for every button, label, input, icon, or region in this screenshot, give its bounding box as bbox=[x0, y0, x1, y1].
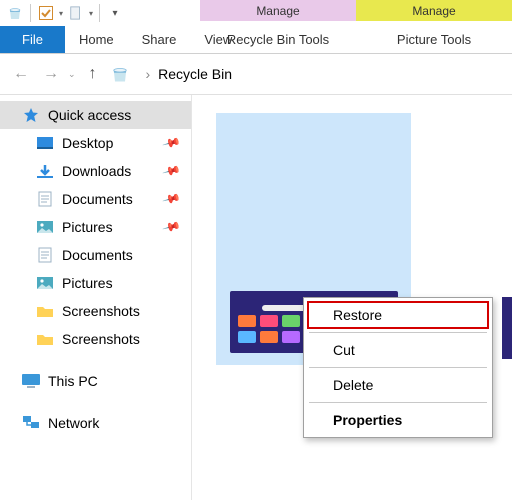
sidebar-item-quick-access[interactable]: Quick access bbox=[0, 101, 191, 129]
contextual-subtabs: Recycle Bin Tools Picture Tools bbox=[200, 26, 512, 47]
this-pc-icon bbox=[22, 373, 40, 389]
tab-recycle-bin-tools[interactable]: Recycle Bin Tools bbox=[200, 26, 356, 47]
sidebar-item-label: Documents bbox=[62, 191, 133, 207]
star-icon bbox=[22, 107, 40, 123]
sidebar-item-this-pc[interactable]: This PC bbox=[0, 367, 191, 395]
sidebar-item-label: Screenshots bbox=[62, 303, 140, 319]
sidebar-item-label: Desktop bbox=[62, 135, 113, 151]
sidebar-item-label: Screenshots bbox=[62, 331, 140, 347]
pin-icon: 📌 bbox=[162, 217, 182, 237]
sidebar-item-label: Downloads bbox=[62, 163, 131, 179]
folder-icon bbox=[36, 331, 54, 347]
document-icon[interactable] bbox=[67, 4, 85, 22]
sidebar-item-desktop[interactable]: Desktop 📌 bbox=[0, 129, 191, 157]
pin-icon: 📌 bbox=[162, 133, 182, 153]
title-bar: ▾ ▾ ▾ Manage Manage bbox=[0, 0, 512, 26]
sidebar-item-screenshots-2[interactable]: Screenshots bbox=[0, 325, 191, 353]
menu-separator bbox=[309, 332, 487, 333]
download-icon bbox=[36, 163, 54, 179]
menu-item-cut[interactable]: Cut bbox=[307, 336, 489, 364]
contextual-tab-recycle[interactable]: Manage bbox=[200, 0, 356, 21]
tab-picture-tools[interactable]: Picture Tools bbox=[356, 26, 512, 47]
breadcrumb[interactable]: › Recycle Bin bbox=[134, 66, 232, 82]
history-dropdown-icon[interactable]: ⌄ bbox=[68, 69, 76, 80]
sidebar-item-documents[interactable]: Documents 📌 bbox=[0, 185, 191, 213]
menu-item-delete[interactable]: Delete bbox=[307, 371, 489, 399]
menu-item-properties[interactable]: Properties bbox=[307, 406, 489, 434]
qat-dropdown-icon[interactable]: ▾ bbox=[89, 9, 93, 18]
sidebar-item-label: Quick access bbox=[48, 107, 131, 123]
customize-qat-icon[interactable]: ▾ bbox=[106, 4, 124, 22]
quick-access-toolbar: ▾ ▾ ▾ bbox=[0, 4, 124, 22]
contextual-tab-picture[interactable]: Manage bbox=[356, 0, 512, 21]
up-button[interactable]: ↑ bbox=[80, 61, 106, 87]
pin-icon: 📌 bbox=[162, 161, 182, 181]
qat-dropdown-icon[interactable]: ▾ bbox=[59, 9, 63, 18]
pictures-icon bbox=[36, 219, 54, 235]
back-button[interactable]: ← bbox=[8, 61, 34, 87]
network-icon bbox=[22, 415, 40, 431]
document-icon bbox=[36, 191, 54, 207]
menu-item-restore[interactable]: Restore bbox=[307, 301, 489, 329]
sidebar-item-label: Network bbox=[48, 415, 99, 431]
folder-icon bbox=[36, 303, 54, 319]
context-menu: Restore Cut Delete Properties bbox=[303, 297, 493, 438]
breadcrumb-sep: › bbox=[142, 66, 155, 82]
separator bbox=[99, 4, 100, 22]
separator bbox=[30, 4, 31, 22]
tab-home[interactable]: Home bbox=[65, 26, 128, 53]
checkbox-icon[interactable] bbox=[37, 4, 55, 22]
recycle-bin-icon[interactable] bbox=[6, 4, 24, 22]
sidebar-item-label: Pictures bbox=[62, 219, 113, 235]
pin-icon: 📌 bbox=[162, 189, 182, 209]
sidebar-item-downloads[interactable]: Downloads 📌 bbox=[0, 157, 191, 185]
sidebar-item-screenshots[interactable]: Screenshots bbox=[0, 297, 191, 325]
contextual-tab-headers: Manage Manage bbox=[200, 0, 512, 21]
sidebar-item-documents-2[interactable]: Documents bbox=[0, 241, 191, 269]
sidebar-item-label: Pictures bbox=[62, 275, 113, 291]
address-bar: ← → ⌄ ↑ › Recycle Bin bbox=[0, 54, 512, 94]
tab-share[interactable]: Share bbox=[128, 26, 191, 53]
nav-pane: Quick access Desktop 📌 Downloads 📌 Docum… bbox=[0, 95, 192, 500]
tab-file[interactable]: File bbox=[0, 26, 65, 53]
recycle-bin-icon bbox=[110, 64, 130, 84]
document-icon bbox=[36, 247, 54, 263]
sidebar-item-label: Documents bbox=[62, 247, 133, 263]
desktop-icon bbox=[36, 135, 54, 151]
menu-separator bbox=[309, 367, 487, 368]
sidebar-item-pictures-2[interactable]: Pictures bbox=[0, 269, 191, 297]
sidebar-item-pictures[interactable]: Pictures 📌 bbox=[0, 213, 191, 241]
sidebar-item-network[interactable]: Network bbox=[0, 409, 191, 437]
forward-button[interactable]: → bbox=[38, 61, 64, 87]
ribbon-tabs: File Home Share View Recycle Bin Tools P… bbox=[0, 26, 512, 54]
file-thumbnail-partial[interactable] bbox=[502, 297, 512, 359]
sidebar-item-label: This PC bbox=[48, 373, 98, 389]
menu-separator bbox=[309, 402, 487, 403]
pictures-icon bbox=[36, 275, 54, 291]
breadcrumb-location[interactable]: Recycle Bin bbox=[158, 66, 232, 82]
